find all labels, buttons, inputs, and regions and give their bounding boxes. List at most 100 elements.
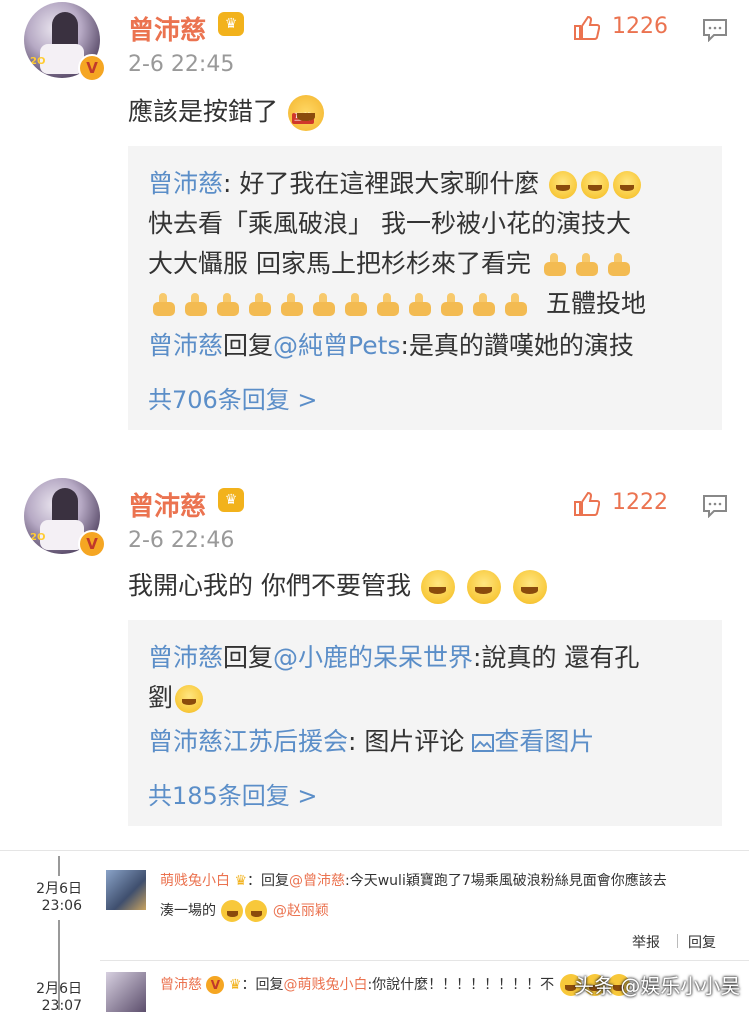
sub-comment-content: :你說什麼！！！！！！！！不 [367, 977, 555, 993]
comment-text: 我開心我的 你們不要管我 [128, 566, 549, 604]
thumbs-up-icon [247, 293, 273, 317]
reply-label: 回复 [223, 331, 274, 360]
comment-icon[interactable] [702, 18, 728, 42]
sub-comment-author[interactable]: 曾沛慈 [160, 977, 202, 993]
fan-badge-icon: ♛ [218, 12, 244, 36]
quote-line: 劉 [148, 678, 205, 714]
thumbs-up-icon [439, 293, 465, 317]
reply-author-link[interactable]: 曾沛慈江苏后援会 [148, 727, 348, 756]
reply-author-link[interactable]: 曾沛慈 [148, 331, 223, 360]
quote-line: 曾沛慈回复@小鹿的呆呆世界:說真的 還有孔 [148, 638, 639, 674]
smirk-emoji-icon [613, 171, 642, 199]
timestamp: 2-6 22:45 [128, 52, 235, 77]
grin-emoji-icon [466, 570, 501, 604]
reply-label: ：回复 [247, 873, 290, 889]
mention-link[interactable]: @小鹿的呆呆世界 [273, 643, 473, 672]
thumbs-up-icon [183, 293, 209, 317]
emoji-hufen-icon: 互粉 [287, 95, 324, 131]
thumbs-up-icon [503, 293, 529, 317]
quote-line: 大大懾服 回家馬上把杉杉來了看完 [148, 244, 635, 280]
reply-label: ：回复 [241, 977, 284, 993]
watermark: 头条 @娱乐小小吴 [574, 974, 741, 998]
like-icon[interactable] [572, 14, 600, 42]
reply-text: :說真的 還有孔 [473, 643, 640, 672]
grin-emoji-icon [420, 570, 455, 604]
thumbs-up-icon [343, 293, 369, 317]
divider [100, 960, 749, 961]
mention-link[interactable]: @純曾Pets [273, 331, 400, 360]
verified-icon: V [78, 530, 106, 558]
thumbs-up-icon [279, 293, 305, 317]
reply-thread: 曾沛慈: 好了我在這裡跟大家聊什麼 快去看「乘風破浪」 我一秒被小花的演技大 大… [128, 146, 722, 430]
sub-comment-text: 曾沛慈 V ♛：回复@萌贱兔小白:你說什麼！！！！！！！！不 [160, 974, 631, 996]
smirk-emoji-icon [549, 171, 578, 199]
view-image-link[interactable]: 查看图片 [472, 727, 594, 756]
reply-text: 五體投地 [545, 289, 646, 318]
sub-comment-content: 湊一場的 [160, 903, 216, 919]
avatar[interactable] [106, 870, 146, 910]
smirk-emoji-icon [581, 171, 610, 199]
quote-line: 曾沛慈: 好了我在這裡跟大家聊什麼 [148, 164, 643, 200]
comment-text-content: 應該是按錯了 [128, 97, 279, 126]
mention-link[interactable]: @赵丽颖 [273, 903, 329, 919]
like-count[interactable]: 1222 [612, 490, 668, 515]
avatar[interactable] [106, 972, 146, 1012]
comment-text-content: 我開心我的 你們不要管我 [128, 571, 411, 600]
like-count[interactable]: 1226 [612, 14, 668, 39]
sub-comment-author[interactable]: 萌贱兔小白 [160, 873, 230, 889]
quote-line: 五體投地 [148, 284, 646, 320]
thumbs-up-icon [375, 293, 401, 317]
grin-emoji-icon [245, 900, 268, 922]
quote-line: 曾沛慈江苏后援会: 图片评论 查看图片 [148, 722, 594, 758]
reply-button[interactable]: 回复 [688, 932, 716, 952]
fan-badge-icon: ♛ [228, 977, 242, 993]
mention-link[interactable]: @萌贱兔小白 [283, 977, 367, 993]
thumbs-up-icon [574, 253, 600, 277]
reply-text: : 图片评论 [348, 727, 465, 756]
comment-time: 23:06 [41, 898, 82, 914]
thumbs-up-icon [311, 293, 337, 317]
report-button[interactable]: 举报 [632, 932, 660, 952]
divider [0, 850, 749, 851]
view-replies-link[interactable]: 共185条回复 > [148, 776, 318, 811]
image-icon [472, 734, 495, 752]
comment-icon[interactable] [702, 494, 728, 518]
reply-author-link[interactable]: 曾沛慈 [148, 169, 223, 198]
reply-author-link[interactable]: 曾沛慈 [148, 643, 223, 672]
reply-text: 劉 [148, 683, 174, 712]
thumbs-up-icon [542, 253, 568, 277]
sub-comment-text: 萌贱兔小白 ♛：回复@曾沛慈:今天wuli穎寶跑了7場乘風破浪粉絲見面會你應該去 [160, 870, 667, 890]
view-replies-link[interactable]: 共706条回复 > [148, 380, 318, 415]
thumbs-up-icon [151, 293, 177, 317]
sub-comment-content: :今天wuli穎寶跑了7場乘風破浪粉絲見面會你應該去 [345, 873, 667, 889]
comment-date: 2月6日 [36, 881, 82, 897]
like-icon[interactable] [572, 490, 600, 518]
reply-text: 大大懾服 回家馬上把杉杉來了看完 [148, 249, 531, 278]
thumbs-up-icon [471, 293, 497, 317]
verified-icon: V [78, 54, 106, 82]
thumbs-up-icon [215, 293, 241, 317]
verified-icon: V [206, 976, 225, 994]
username[interactable]: 曾沛慈 [128, 486, 206, 523]
comment-date: 2月6日 [36, 981, 82, 997]
divider [677, 934, 678, 948]
grin-emoji-icon [512, 570, 547, 604]
reply-text: :是真的讚嘆她的演技 [400, 331, 634, 360]
timeline-line [58, 856, 60, 876]
avatar-label: 2O [30, 532, 46, 543]
sub-comment-text: 湊一場的 @赵丽颖 [160, 900, 329, 922]
emoji-label: 互粉 [291, 113, 314, 124]
fan-badge-icon: ♛ [234, 873, 248, 889]
username[interactable]: 曾沛慈 [128, 10, 206, 47]
shy-emoji-icon [175, 685, 204, 713]
timestamp: 2-6 22:46 [128, 528, 235, 553]
quote-line: 曾沛慈回复@純曾Pets:是真的讚嘆她的演技 [148, 326, 634, 362]
reply-thread: 曾沛慈回复@小鹿的呆呆世界:說真的 還有孔 劉 曾沛慈江苏后援会: 图片评论 查… [128, 620, 722, 826]
thumbs-up-icon [606, 253, 632, 277]
reply-text: 快去看「乘風破浪」 我一秒被小花的演技大 [148, 209, 631, 238]
thumbs-up-icon [407, 293, 433, 317]
fan-badge-icon: ♛ [218, 488, 244, 512]
comment-text: 應該是按錯了 互粉 [128, 92, 326, 131]
mention-link[interactable]: @曾沛慈 [289, 873, 345, 889]
reply-label: 回复 [223, 643, 274, 672]
